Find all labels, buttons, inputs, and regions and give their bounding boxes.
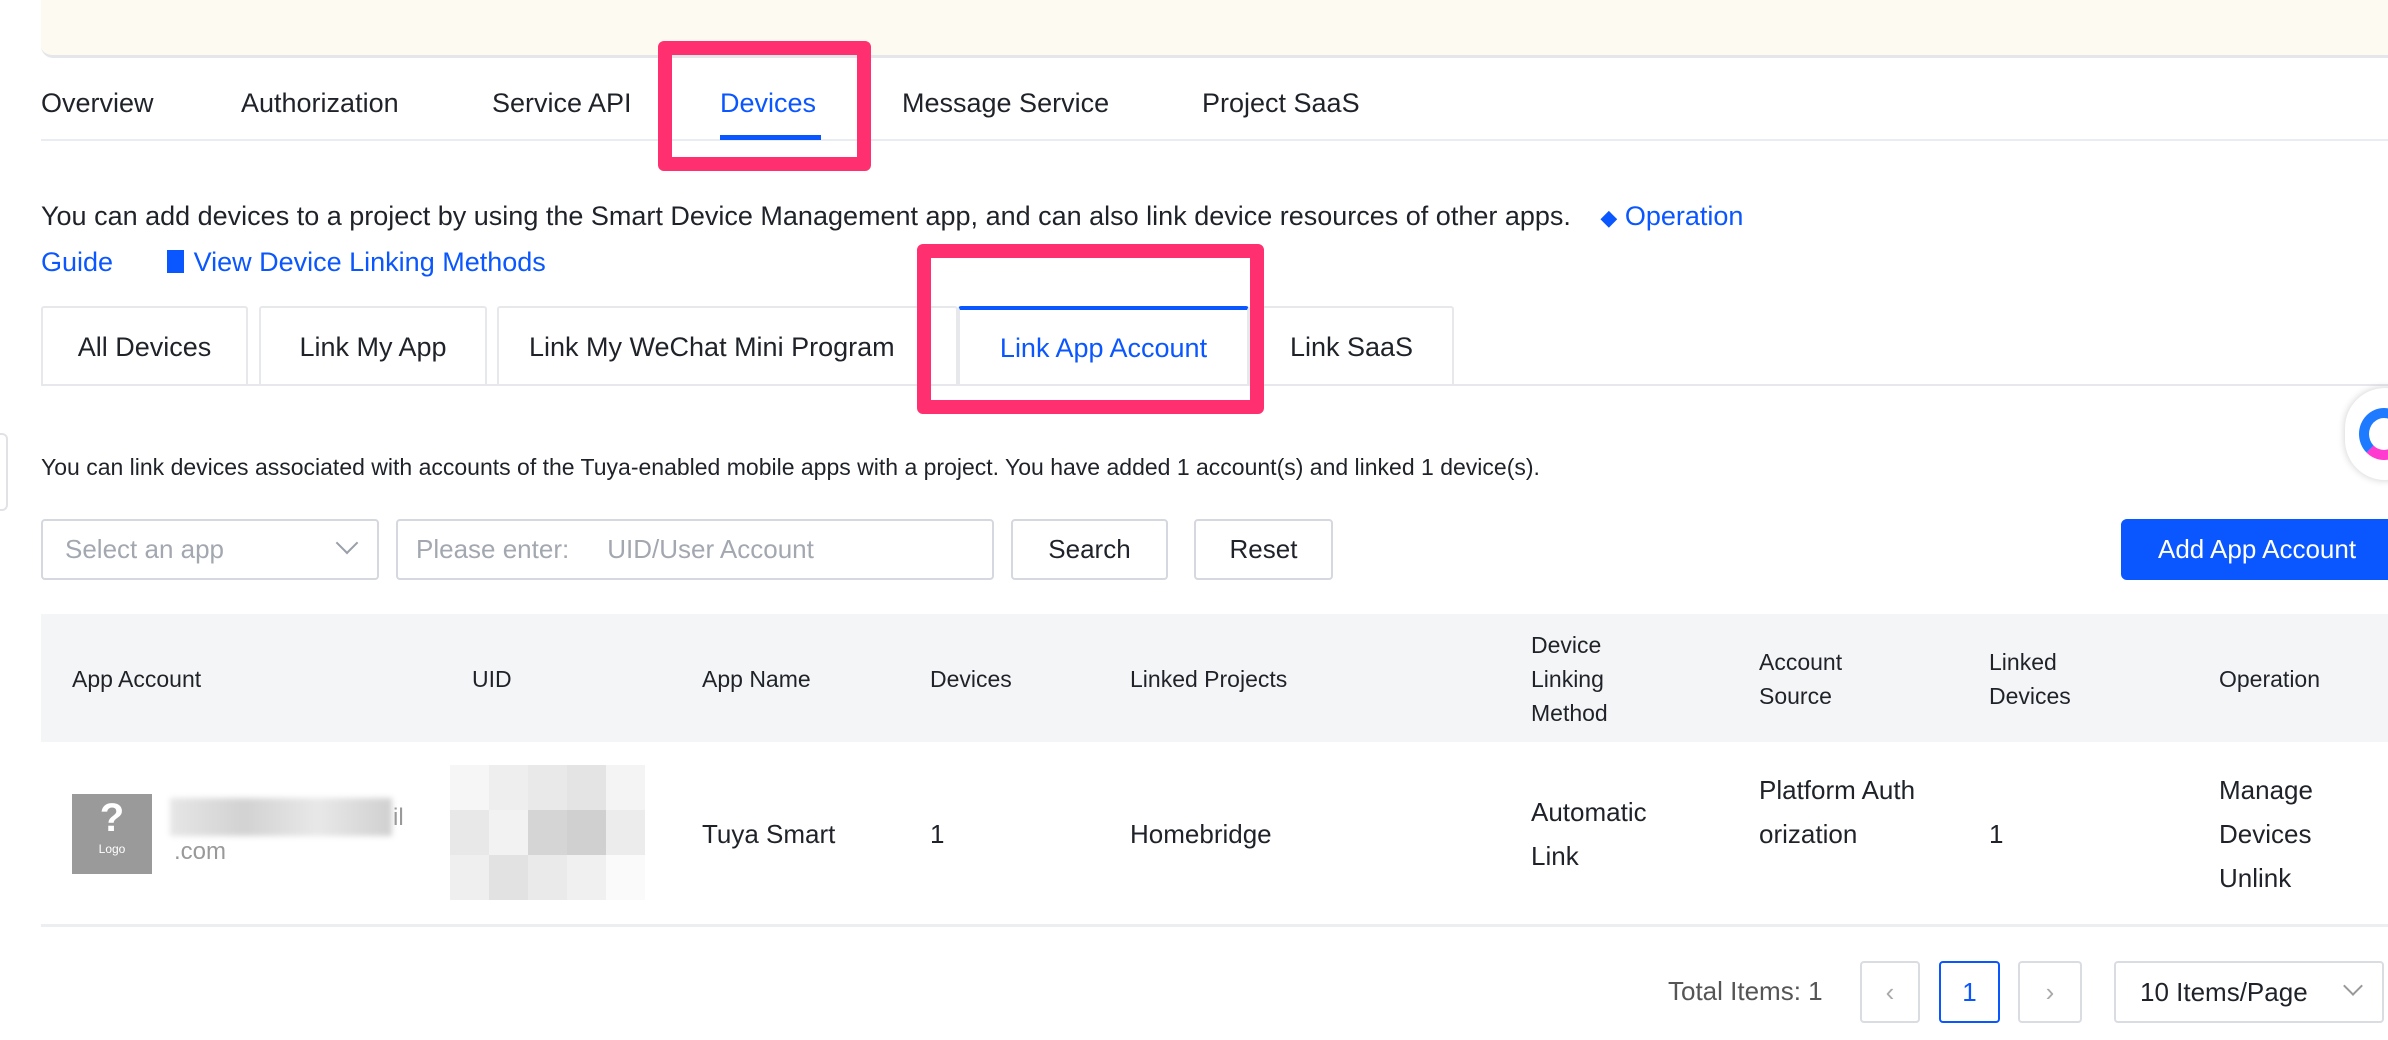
col-linked-devices: Linked Devices [1989, 649, 2071, 709]
search-input[interactable]: Please enter: UID/User Account [396, 519, 994, 580]
linked-projects: Homebridge [1130, 819, 1272, 849]
graduation-cap-icon: ◆ [1600, 205, 1618, 230]
col-app-name: App Name [702, 666, 811, 692]
highlight-box-devices [658, 41, 871, 171]
tab-authorization[interactable]: Authorization [241, 88, 399, 119]
search-button[interactable]: Search [1011, 519, 1168, 580]
subtab-link-wechat[interactable]: Link My WeChat Mini Program [497, 306, 958, 386]
col-operation: Operation [2219, 666, 2321, 692]
tab-message-service[interactable]: Message Service [902, 88, 1109, 119]
next-page-button[interactable]: › [2018, 961, 2082, 1023]
app-select-placeholder: Select an app [65, 534, 225, 564]
col-linked-projects: Linked Projects [1130, 666, 1288, 692]
col-uid: UID [472, 666, 512, 692]
tab-divider [41, 139, 2388, 141]
linking-method: Automatic Link [1531, 797, 1647, 871]
search-input-label: Please enter: [416, 534, 570, 564]
total-items: Total Items: 1 [1668, 976, 1823, 1006]
col-app-account: App Account [72, 666, 202, 692]
search-input-placeholder: UID/User Account [607, 534, 814, 564]
chevron-right-icon: › [2045, 976, 2055, 1007]
info-text: You can link devices associated with acc… [41, 454, 1540, 480]
account-source: Platform Authorization [1759, 775, 1916, 849]
app-logo: ? Logo [72, 794, 152, 874]
document-icon [166, 250, 184, 273]
page-1-button[interactable]: 1 [1939, 961, 2000, 1023]
col-devices: Devices [930, 666, 1012, 692]
chevron-left-icon: ‹ [1885, 976, 1895, 1007]
subtab-link-saas[interactable]: Link SaaS [1249, 306, 1454, 386]
chevron-down-icon [335, 531, 359, 555]
prev-page-button[interactable]: ‹ [1860, 961, 1920, 1023]
side-drawer-handle[interactable] [0, 433, 8, 511]
logo-text: Logo [98, 842, 126, 856]
unlink-link[interactable]: Unlink [2219, 856, 2291, 900]
manage-devices-link[interactable]: Manage Devices [2219, 768, 2339, 856]
app-select[interactable]: Select an app [41, 519, 379, 580]
row-divider [41, 924, 2388, 927]
tab-project-saas[interactable]: Project SaaS [1202, 88, 1360, 119]
reset-button[interactable]: Reset [1194, 519, 1333, 580]
operation-guide-text: Operation [1624, 201, 1744, 231]
chevron-down-icon [2343, 976, 2363, 996]
page-size-value: 10 Items/Page [2140, 976, 2308, 1007]
guide-text: Guide [41, 247, 114, 277]
subtab-link-my-app[interactable]: Link My App [259, 306, 487, 386]
account-fragment: il [393, 804, 404, 831]
add-app-account-button[interactable]: Add App Account [2121, 519, 2388, 580]
blurred-uid [450, 765, 645, 900]
col-account-source: Account Source [1759, 649, 1843, 709]
highlight-box-link-app-account [917, 244, 1264, 414]
view-methods-text: View Device Linking Methods [193, 247, 546, 277]
view-linking-methods-link[interactable]: View Device Linking Methods [166, 247, 546, 277]
device-count: 1 [930, 819, 945, 849]
linked-devices-link[interactable]: 1 [1989, 812, 2003, 856]
tab-overview[interactable]: Overview [41, 88, 154, 119]
account-domain: .com [174, 838, 227, 865]
assistant-logo-icon [2359, 408, 2388, 460]
notice-banner [41, 0, 2388, 58]
assistant-bubble[interactable] [2345, 388, 2388, 480]
app-name: Tuya Smart [702, 819, 836, 849]
description-text: You can add devices to a project by usin… [41, 201, 1571, 231]
subtab-all-devices[interactable]: All Devices [41, 306, 248, 386]
tab-service-api[interactable]: Service API [492, 88, 632, 119]
page-size-select[interactable]: 10 Items/Page [2114, 961, 2384, 1023]
col-linking-method: Device Linking Method [1531, 632, 1608, 726]
